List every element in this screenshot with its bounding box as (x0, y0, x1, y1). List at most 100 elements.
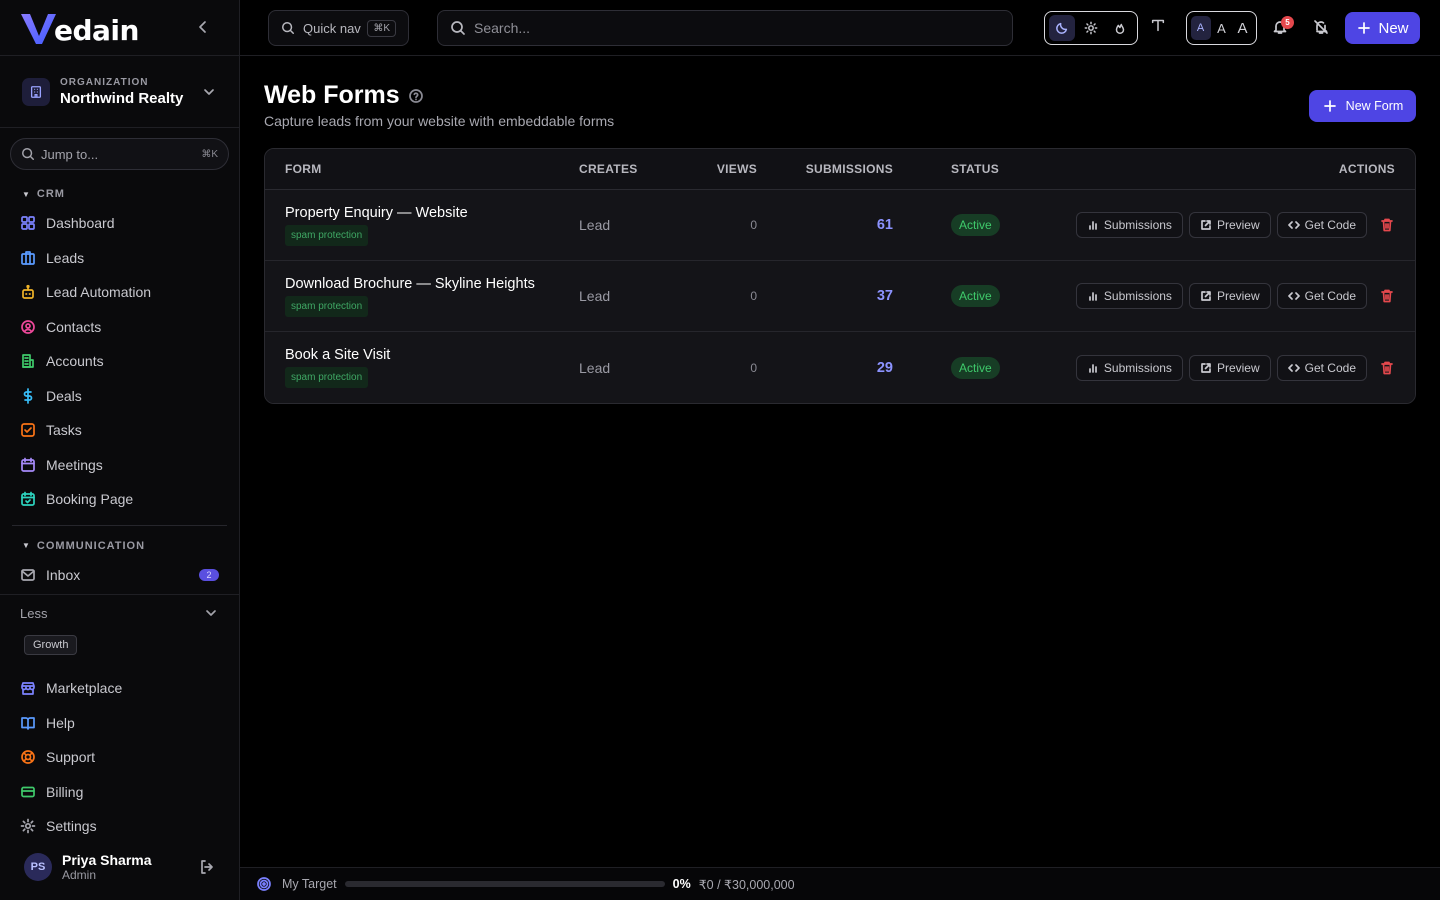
submissions-button[interactable]: Submissions (1075, 354, 1183, 381)
sidebar-item-label: Dashboard (46, 215, 115, 232)
get-code-button[interactable]: Get Code (1276, 283, 1367, 309)
org-switcher[interactable]: ORGANIZATION Northwind Realty (0, 56, 239, 128)
sidebar: edain ORGANIZATION Northwind Realty Jump… (0, 0, 240, 900)
settings-icon (20, 818, 36, 834)
sidebar-item-label: Accounts (46, 353, 104, 370)
less-label: Less (20, 605, 48, 621)
column-header-actions: ACTIONS (1338, 162, 1395, 176)
user-profile[interactable]: PS Priya Sharma Admin (0, 834, 239, 900)
dark-theme-button[interactable] (1049, 15, 1076, 41)
submissions-button[interactable]: Submissions (1075, 283, 1183, 309)
sidebar-item-inbox[interactable]: Inbox 2 (0, 558, 239, 593)
moon-icon (1054, 20, 1070, 36)
table-row[interactable]: Download Brochure — Skyline Heights spam… (265, 261, 1415, 332)
submissions-count[interactable]: 61 (767, 217, 911, 233)
sidebar-item-deals[interactable]: Deals (0, 379, 239, 414)
table-header: FORM CREATES VIEWS SUBMISSIONS STATUS AC… (265, 149, 1415, 190)
font-size-large-button[interactable]: A (1233, 16, 1253, 40)
table-row[interactable]: Book a Site Visit spam protection Lead 0… (265, 332, 1415, 403)
billing-icon (20, 784, 36, 800)
sidebar-item-lead-automation[interactable]: Lead Automation (0, 275, 239, 310)
get-code-button[interactable]: Get Code (1276, 354, 1367, 381)
section-communication[interactable]: ▼ COMMUNICATION (0, 534, 239, 558)
logout-icon[interactable] (199, 859, 215, 875)
status-badge: Active (951, 214, 1000, 236)
table-row[interactable]: Property Enquiry — Website spam protecti… (265, 190, 1415, 261)
section-communication-label: COMMUNICATION (36, 539, 146, 552)
sidebar-item-tasks[interactable]: Tasks (0, 413, 239, 448)
tasks-icon (20, 422, 36, 438)
font-size-medium-button[interactable]: A (1212, 16, 1232, 40)
sidebar-item-label: Lead Automation (46, 284, 152, 301)
collapse-sidebar-icon[interactable] (195, 19, 211, 35)
sidebar-item-contacts[interactable]: Contacts (0, 310, 239, 345)
preview-button[interactable]: Preview (1188, 354, 1271, 381)
light-theme-button[interactable] (1078, 15, 1104, 41)
get-code-button[interactable]: Get Code (1276, 212, 1367, 238)
logo-mark-icon (21, 13, 56, 44)
sidebar-item-billing[interactable]: Billing (0, 775, 239, 810)
theme-switcher (1044, 11, 1138, 45)
external-link-icon (1200, 219, 1212, 231)
search-icon (21, 147, 35, 161)
submissions-button[interactable]: Submissions (1075, 212, 1183, 238)
code-icon (1287, 290, 1300, 302)
jump-to-input[interactable]: Jump to... ⌘K (10, 138, 229, 170)
submissions-count[interactable]: 29 (767, 360, 911, 376)
main-content: Web Forms Capture leads from your websit… (240, 57, 1440, 867)
preview-button[interactable]: Preview (1188, 283, 1271, 309)
quick-nav-label: Quick nav (303, 20, 361, 36)
booking-icon (20, 491, 36, 507)
bell-off-icon[interactable] (1313, 19, 1329, 35)
warm-theme-button[interactable] (1107, 15, 1133, 41)
trash-icon[interactable] (1379, 217, 1395, 233)
caret-down-icon: ▼ (22, 189, 31, 199)
get-code-button-label: Get Code (1304, 360, 1356, 375)
target-percent: 0% (672, 877, 691, 891)
get-code-button-label: Get Code (1304, 218, 1356, 232)
preview-button-label: Preview (1216, 218, 1260, 232)
trash-icon[interactable] (1379, 360, 1395, 376)
font-size-small-button[interactable]: A (1190, 16, 1211, 40)
sidebar-item-meetings[interactable]: Meetings (0, 448, 239, 483)
form-name[interactable]: Book a Site Visit (285, 347, 579, 363)
sidebar-item-label: Settings (46, 818, 97, 835)
sidebar-item-support[interactable]: Support (0, 740, 239, 775)
sidebar-item-label: Contacts (46, 318, 102, 335)
section-crm[interactable]: ▼ CRM (0, 182, 239, 206)
search-input[interactable] (474, 20, 1000, 36)
bar-chart-icon (1087, 362, 1099, 374)
sidebar-item-leads[interactable]: Leads (0, 241, 239, 276)
submissions-count[interactable]: 37 (767, 288, 911, 304)
form-name[interactable]: Property Enquiry — Website (285, 205, 579, 221)
views-value: 0 (750, 289, 757, 303)
less-toggle[interactable]: Less (0, 595, 239, 631)
creates-value: Lead (579, 288, 611, 304)
preview-button[interactable]: Preview (1188, 212, 1271, 238)
help-circle-icon[interactable] (408, 88, 424, 104)
topbar: Quick nav ⌘K A A A 5 New (240, 0, 1440, 56)
trash-icon[interactable] (1379, 288, 1395, 304)
app-logo[interactable]: edain (20, 10, 139, 46)
quick-nav-button[interactable]: Quick nav ⌘K (268, 10, 409, 46)
sidebar-item-booking-page[interactable]: Booking Page (0, 482, 239, 517)
sidebar-item-dashboard[interactable]: Dashboard (0, 206, 239, 241)
inbox-icon (20, 567, 36, 583)
global-search[interactable] (437, 10, 1013, 46)
plus-icon (1356, 20, 1372, 36)
typography-icon[interactable] (1150, 17, 1166, 33)
new-button[interactable]: New (1345, 12, 1420, 44)
new-form-button[interactable]: New Form (1309, 90, 1416, 122)
sidebar-item-help[interactable]: Help (0, 706, 239, 741)
automation-icon (20, 284, 36, 300)
sidebar-item-accounts[interactable]: Accounts (0, 344, 239, 379)
external-link-icon (1200, 290, 1212, 302)
quick-nav-shortcut: ⌘K (367, 19, 396, 37)
views-value: 0 (750, 218, 757, 232)
form-name[interactable]: Download Brochure — Skyline Heights (285, 276, 579, 292)
leads-icon (20, 250, 36, 266)
avatar: PS (24, 853, 52, 881)
preview-button-label: Preview (1216, 360, 1260, 375)
notification-count-badge: 5 (1281, 16, 1294, 29)
sidebar-item-marketplace[interactable]: Marketplace (0, 671, 239, 706)
